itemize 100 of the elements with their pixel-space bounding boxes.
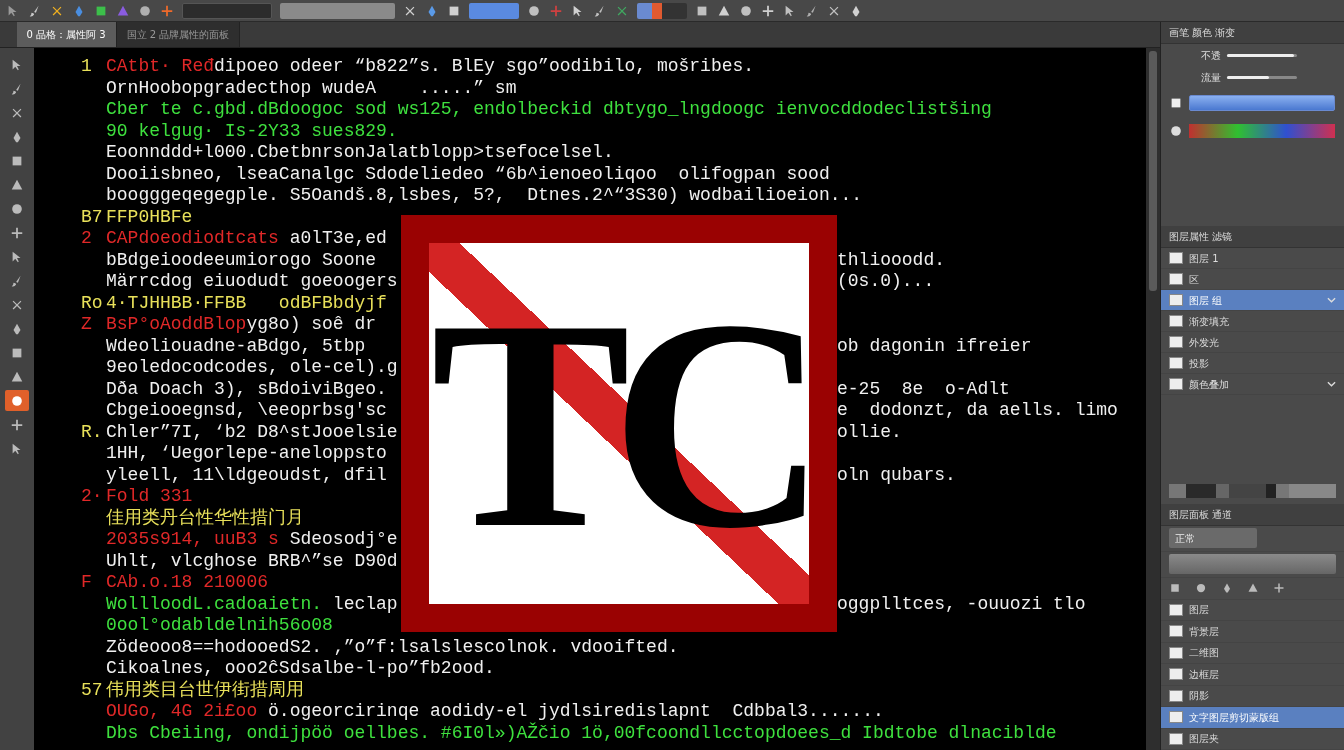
code-text: Cber te c.gbd.dBdoogoc sod ws125, endolbeckid dbtygo_lngdoogc ienvocddodeclistšing	[106, 99, 992, 121]
slider[interactable]	[1227, 75, 1297, 79]
plus-icon[interactable]	[160, 3, 174, 18]
tab[interactable]: 国立 2 品牌属性的面板	[116, 22, 241, 47]
square-icon[interactable]	[1169, 582, 1181, 594]
circle-icon[interactable]	[1169, 124, 1183, 138]
input-field[interactable]	[182, 2, 272, 19]
swatch-strip[interactable]	[637, 2, 687, 19]
line-number: 2	[81, 228, 92, 248]
line-number: 1	[81, 56, 92, 76]
panel-header: 图层属性 滤镜	[1161, 226, 1344, 249]
gradient-bar[interactable]	[1189, 124, 1335, 138]
layer-thumbnail	[1169, 294, 1183, 307]
layer-row[interactable]: 外发光	[1161, 332, 1344, 354]
code-text: e dodonzt, da aells. limo	[837, 400, 1118, 422]
line-number: R.	[81, 421, 103, 442]
circle-icon[interactable]	[1195, 582, 1207, 594]
layer-row[interactable]: 边框层	[1161, 664, 1344, 686]
code-text: Märrcdog eiuodudt goeoogers	[106, 271, 398, 293]
code-text: 90 kelgug· Is-2Y33 sues829.	[106, 120, 398, 142]
input-field[interactable]	[280, 2, 395, 19]
code-text: boogggeqegegple. S5Oandš.8,lsbes, 5?, Dtnes.2^“3S30) wodbailioeion...	[106, 185, 863, 207]
code-text: yg8o) soê dr	[246, 314, 377, 336]
code-text: Chler”7I, ‘b2 D8^stJooelsie	[106, 421, 398, 443]
code-text: (0s.0)...	[837, 271, 935, 293]
code-text: dipoeo odeer “b822”s. BlEy sgo”oodibilo, mošribes.	[214, 56, 755, 78]
code-text: CAPdoeodiodtcats	[106, 228, 280, 250]
code-text: Fold 331	[106, 486, 193, 508]
layer-row[interactable]: 图层 1	[1161, 248, 1344, 270]
layer-thumbnail	[1169, 646, 1183, 659]
code-text: oggplltces, -ouuozi tlo	[837, 593, 1086, 615]
line-number: 2·	[81, 486, 103, 506]
code-text: Dbs Cbeiing, ondijpöö oellbes. #6I0l»)AŽčio 1ö,00fcoondllcctopdoees_d Ibdtobe dlnaciblde	[106, 722, 1057, 744]
code-text: CAtbt· Ređ	[106, 56, 215, 78]
code-text: oln qubars.	[837, 464, 956, 486]
circle-icon	[10, 201, 24, 216]
layer-thumbnail	[1169, 273, 1183, 286]
button-group[interactable]	[469, 2, 519, 19]
panel-header: 画笔 颜色 渐变	[1161, 22, 1344, 44]
chevron-icon[interactable]	[1327, 297, 1336, 304]
layer-row[interactable]: 文字图层剪切蒙版组	[1161, 707, 1344, 729]
tab[interactable]: 0 品格：属性阿 3	[16, 22, 117, 47]
layer-row[interactable]: 图层	[1161, 599, 1344, 621]
plus-icon	[10, 417, 24, 432]
circle-icon[interactable]	[527, 3, 541, 18]
layer-row[interactable]: 二维图	[1161, 642, 1344, 664]
code-text: 0ool°odabldelnih56o08	[106, 615, 333, 637]
layer-row[interactable]: 渐变填充	[1161, 311, 1344, 333]
layer-row[interactable]: 颜色叠加	[1161, 374, 1344, 396]
code-text: leclap	[332, 593, 398, 615]
code-text: OrnHoobopgradecthop wudeA .....” sm	[106, 77, 517, 99]
code-text: CAb.o.18 210006	[106, 572, 269, 594]
layer-thumbnail	[1169, 252, 1183, 265]
chevron-icon[interactable]	[1327, 381, 1336, 388]
code-text: ö.ogeorcirinqe aodidy-el jydlsiredislapnt Cdbbal3.......	[268, 701, 884, 722]
panel-header: 图层面板 通道	[1161, 503, 1344, 526]
layer-thumbnail	[1169, 732, 1183, 745]
layer-thumbnail	[1169, 668, 1183, 681]
square-icon[interactable]	[1169, 96, 1183, 110]
code-text: ob dagonin ifreier	[837, 335, 1032, 357]
circle-icon[interactable]	[138, 3, 152, 18]
slider-label: 不透	[1201, 48, 1221, 63]
layer-thumbnail	[1169, 357, 1183, 370]
code-text: Dða Doach 3), sBdoiviBgeo.	[106, 378, 387, 400]
line-number: Ro	[81, 292, 103, 313]
blend-dropdown[interactable]: 正常	[1169, 528, 1257, 548]
layer-row[interactable]: 图层 组	[1161, 290, 1344, 312]
line-number: B7	[81, 206, 103, 227]
search-field[interactable]	[1169, 554, 1336, 574]
code-text: thliooodd.	[837, 249, 946, 271]
code-text: bBdgeioodeeumiorogo Soone	[106, 249, 377, 271]
line-number: F	[81, 572, 92, 592]
code-text: yleell, 11\ldgeoudst, dfil	[106, 464, 387, 486]
code-text: 4·TJHHBB·FFBB odBFBbdyjf	[106, 292, 387, 314]
layer-thumbnail	[1169, 336, 1183, 349]
code-text: BsP°oAoddBlop	[106, 314, 247, 336]
layer-thumbnail	[1169, 315, 1183, 328]
code-text: Eoonnddd+l000.CbetbnrsonJalatblopp>tsefocelsel.	[106, 142, 614, 164]
code-text: Cikoalnes, ooo2ĉSdsalbe-l-po”fb2ood.	[106, 658, 495, 680]
line-number: 57	[81, 679, 103, 700]
layer-thumbnail	[1169, 625, 1183, 638]
scrollbar-thumb[interactable]	[1149, 51, 1157, 291]
circle-icon[interactable]	[739, 3, 753, 18]
slider[interactable]	[1227, 53, 1297, 57]
layer-row[interactable]: 图层夹	[1161, 728, 1344, 750]
plus-icon	[10, 225, 24, 240]
tool-button[interactable]	[5, 390, 29, 411]
plus-icon[interactable]	[1273, 582, 1285, 594]
code-text: WollloodL.cadoaietn.	[106, 593, 324, 615]
color-swatch[interactable]	[1189, 95, 1335, 111]
layer-thumbnail	[1169, 378, 1183, 391]
code-text: Cbgeiooegnsd, \eeoprbsg'sc	[106, 400, 387, 422]
code-text: 9eoledocodcodes, ole-cel).ɡ	[106, 357, 398, 379]
code-text: 2035s914, uuB3 s	[106, 529, 280, 551]
plus-icon[interactable]	[761, 3, 775, 18]
code-text: Sdeosodj°e	[289, 529, 398, 551]
triangle-icon[interactable]	[1247, 582, 1259, 594]
layer-row[interactable]: 投影	[1161, 353, 1344, 375]
layer-row[interactable]: 背景层	[1161, 621, 1344, 643]
line-number: Z	[81, 314, 92, 334]
